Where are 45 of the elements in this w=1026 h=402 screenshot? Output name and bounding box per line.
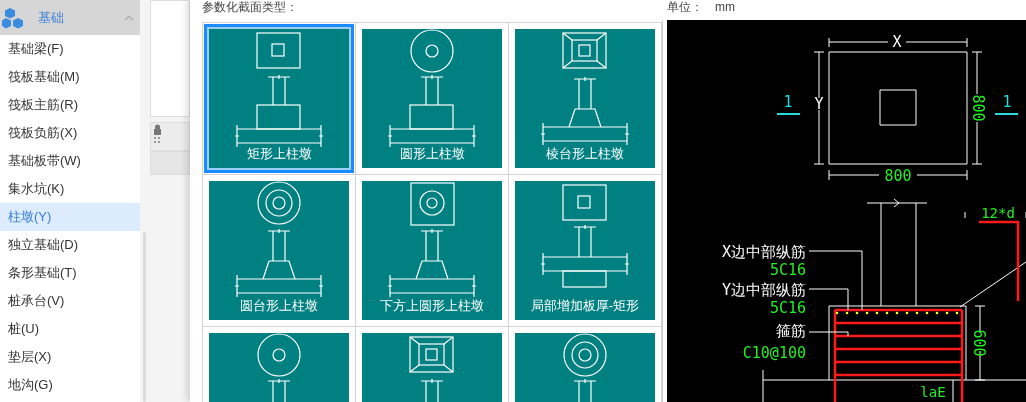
callout-label: 箍筋 — [776, 322, 806, 340]
lock-icon[interactable] — [153, 124, 162, 146]
tile-label: 棱台形上柱墩 — [545, 146, 625, 162]
sidebar-header-label: 基础 — [38, 8, 65, 27]
tile-label: 圆台形上柱墩 — [239, 298, 319, 314]
dimension-value: laE — [920, 384, 946, 400]
sidebar-item[interactable]: 基础梁(F) — [0, 35, 140, 63]
sidebar-item[interactable]: 柱墩(Y) — [0, 203, 140, 231]
tile-label: 圆形上柱墩 — [398, 146, 466, 162]
rebar-spec: 5C16 — [769, 261, 806, 279]
dimension-label: X — [892, 33, 902, 51]
sidebar-item[interactable]: 筏板主筋(R) — [0, 91, 140, 119]
cubes-icon — [2, 5, 26, 30]
dimension-value: 600 — [970, 329, 988, 357]
sidebar-item[interactable]: 桩承台(V) — [0, 287, 140, 315]
section-mark-label: 1 — [1002, 93, 1012, 111]
dimension-value: 12*d — [981, 205, 1015, 221]
section-type-tile[interactable]: 矩形上柱墩 — [204, 24, 354, 173]
dimension-value: 800 — [969, 94, 987, 122]
rebar-spec: 5C16 — [769, 299, 806, 317]
dimension-label: Y — [814, 95, 824, 113]
leader-line — [808, 331, 849, 337]
section-mark-label: 1 — [783, 93, 793, 111]
section-type-label: 参数化截面类型： — [202, 0, 299, 14]
callout-label: X边中部纵筋 — [721, 243, 806, 261]
sidebar-item[interactable]: 基础板带(W) — [0, 147, 140, 175]
sidebar-item[interactable]: 桩(U) — [0, 315, 140, 343]
sidebar-item[interactable]: 筏板基础(M) — [0, 63, 140, 91]
dimension-value: 800 — [884, 167, 912, 185]
tile-label: 局部增加板厚-矩形 — [529, 298, 641, 314]
sidebar-item[interactable]: 独立基础(D) — [0, 231, 140, 259]
tile-label: 下方上圆形上柱墩 — [379, 298, 485, 314]
section-mark-line — [994, 113, 1019, 115]
sidebar-item[interactable]: 条形基础(T) — [0, 259, 140, 287]
tile-label: 矩形上柱墩 — [245, 146, 313, 162]
sidebar-item[interactable]: 地沟(G) — [0, 371, 140, 399]
callout-label: Y边中部纵筋 — [721, 281, 806, 299]
unit-label: 单位： — [667, 0, 703, 14]
table-header — [150, 151, 190, 175]
sidebar-item[interactable]: 筏板负筋(X) — [0, 119, 140, 147]
sidebar-item[interactable]: 垫层(X) — [0, 343, 140, 371]
sidebar-item[interactable]: 集水坑(K) — [0, 175, 140, 203]
section-mark-line — [776, 113, 801, 115]
unit-value: mm — [715, 0, 735, 14]
rebar-spec: C10@100 — [742, 344, 806, 362]
